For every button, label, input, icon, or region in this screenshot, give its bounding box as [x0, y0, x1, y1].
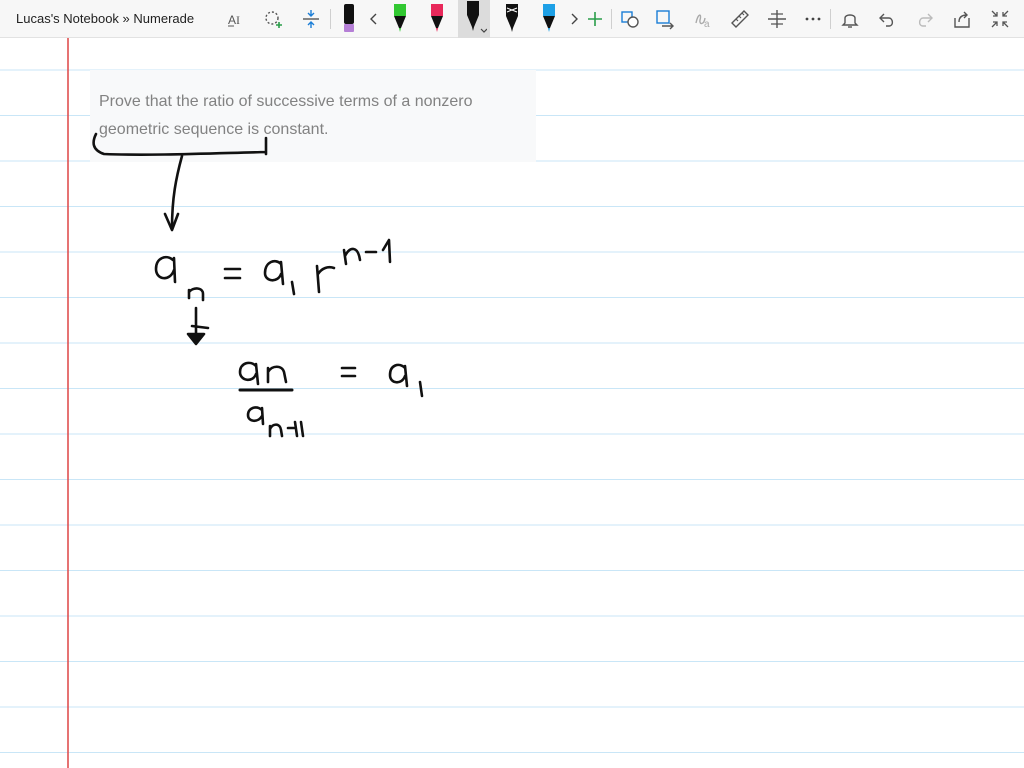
add-space-icon[interactable]	[297, 5, 325, 33]
pen-black-selected[interactable]	[458, 0, 490, 38]
ink-to-math-icon[interactable]: a	[689, 5, 717, 33]
toolbar-separator	[830, 9, 831, 29]
svg-text:a: a	[704, 19, 710, 30]
ink-to-text-icon[interactable]	[651, 5, 679, 33]
window-title: Lucas's Notebook » Numerade	[16, 11, 195, 26]
handwritten-formula-2	[238, 361, 424, 438]
scroll-left-icon[interactable]	[360, 5, 388, 33]
text-to-ink-icon[interactable]: AI	[222, 5, 250, 33]
undo-icon[interactable]	[873, 5, 901, 33]
pen-green[interactable]	[386, 4, 414, 33]
bell-icon[interactable]	[836, 5, 864, 33]
ruler-icon[interactable]	[726, 5, 754, 33]
highlighter-purple[interactable]	[335, 4, 363, 33]
pen-black-pattern[interactable]	[498, 4, 526, 33]
add-pen-icon[interactable]	[581, 5, 609, 33]
lasso-select-icon[interactable]	[259, 5, 287, 33]
positioning-icon[interactable]	[763, 5, 791, 33]
svg-text:I: I	[236, 13, 240, 27]
handwritten-formula-1	[154, 238, 392, 302]
ink-to-shape-icon[interactable]	[616, 5, 644, 33]
handwriting-layer	[92, 132, 424, 438]
toolbar-separator	[330, 9, 331, 29]
svg-text:A: A	[228, 13, 236, 27]
toolbar-separator	[611, 9, 612, 29]
share-icon[interactable]	[948, 5, 976, 33]
more-icon[interactable]	[799, 5, 827, 33]
pen-red[interactable]	[423, 4, 451, 33]
ink-bracket	[92, 132, 268, 156]
notebook-page[interactable]: Prove that the ratio of successive terms…	[0, 38, 1024, 768]
fullscreen-icon[interactable]	[986, 5, 1014, 33]
redo-icon[interactable]	[911, 5, 939, 33]
top-toolbar: Lucas's Notebook » Numerade AI a	[0, 0, 1024, 38]
pen-blue[interactable]	[535, 4, 563, 33]
ink-arrow-2-tick	[190, 324, 210, 330]
ink-arrow-2-head	[186, 332, 206, 346]
